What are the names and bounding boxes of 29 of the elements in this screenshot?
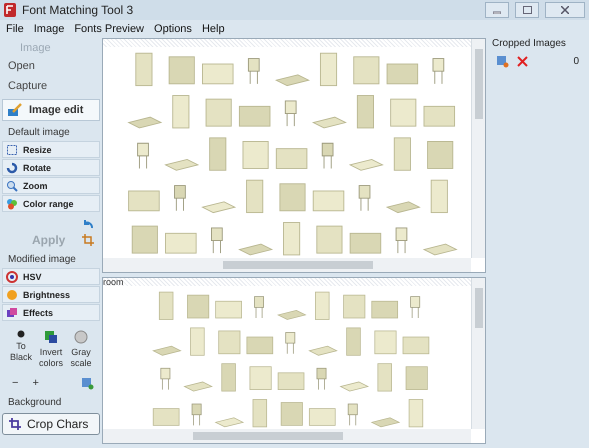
- crop-chars-button[interactable]: Crop Chars: [2, 412, 100, 435]
- stepper-button[interactable]: −: [8, 377, 22, 390]
- menu-item[interactable]: Help: [202, 23, 225, 35]
- tool-button[interactable]: Zoom: [2, 177, 100, 194]
- menu-item[interactable]: Fonts Preview: [74, 23, 144, 35]
- image-count: 0: [573, 56, 579, 67]
- stepper-button[interactable]: +: [28, 377, 43, 390]
- section-label: Background: [7, 396, 62, 410]
- menu-item[interactable]: Image: [34, 23, 64, 35]
- window-title: Font Matching Tool 3: [22, 3, 134, 17]
- panel-title: Cropped Images: [492, 38, 567, 49]
- tool-button[interactable]: Effects: [2, 304, 100, 321]
- section-label: Default image: [7, 126, 71, 140]
- image-caption: room: [103, 278, 125, 286]
- menu-item[interactable]: Options: [154, 23, 192, 35]
- menu-link[interactable]: Open: [2, 56, 100, 76]
- conversion-button[interactable]: Gray scale: [66, 330, 96, 369]
- tool-button[interactable]: Brightness: [2, 286, 100, 303]
- tool-button[interactable]: HSV: [2, 268, 100, 285]
- menu-link[interactable]: Capture: [2, 76, 100, 96]
- conversion-button[interactable]: Invert colors: [36, 330, 66, 369]
- conversion-button[interactable]: To Black: [6, 330, 36, 363]
- tool-button[interactable]: Color range: [2, 195, 100, 212]
- menu-item[interactable]: File: [6, 23, 24, 35]
- section-label: Modified image: [7, 253, 77, 267]
- tool-button[interactable]: Rotate: [2, 159, 100, 176]
- tool-button[interactable]: Resize: [2, 141, 100, 158]
- image-edit-button[interactable]: Image edit: [2, 99, 100, 121]
- section-header: Image: [19, 41, 52, 56]
